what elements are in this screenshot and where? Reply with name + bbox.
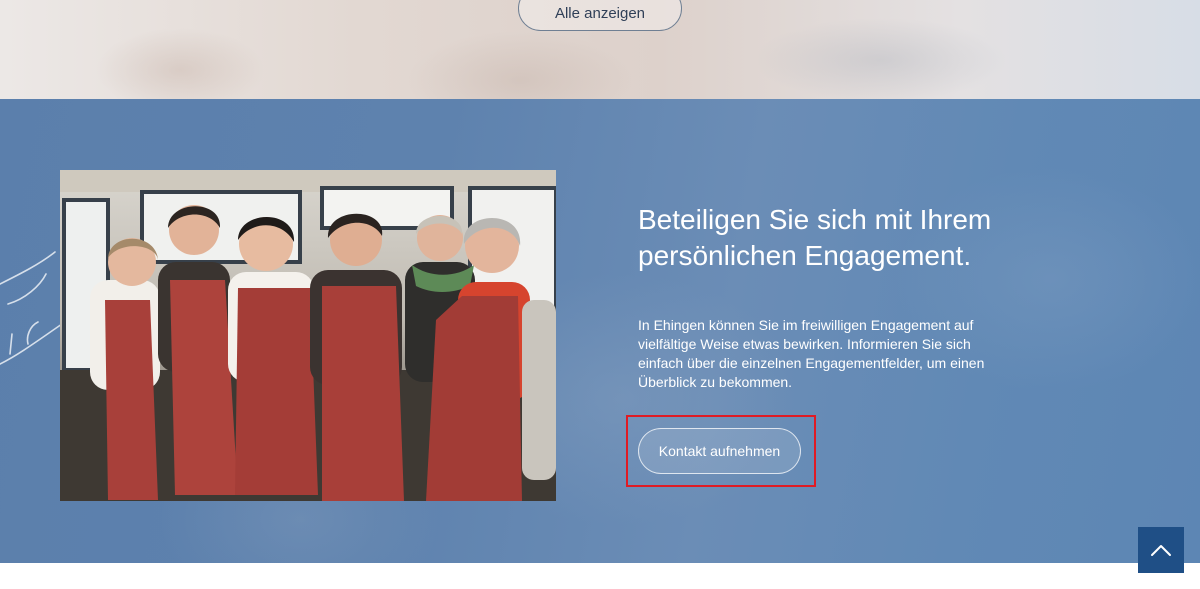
scroll-to-top-button[interactable] <box>1138 527 1184 573</box>
show-all-label: Alle anzeigen <box>554 5 646 22</box>
show-all-button[interactable]: Alle anzeigen <box>518 0 682 31</box>
engagement-description: In Ehingen können Sie im freiwilligen En… <box>638 317 985 390</box>
contact-button-label: Kontakt aufnehmen <box>658 443 781 459</box>
contact-button[interactable]: Kontakt aufnehmen <box>638 428 801 474</box>
top-teaser-band: Alle anzeigen <box>0 0 1200 99</box>
volunteers-photo <box>60 170 556 501</box>
engagement-section: Beteiligen Sie sich mit Ihrem persönlich… <box>0 99 1200 563</box>
group-photo-icon <box>60 170 556 501</box>
engagement-headline: Beteiligen Sie sich mit Ihrem persönlich… <box>638 204 992 271</box>
chevron-up-icon <box>1151 545 1171 556</box>
